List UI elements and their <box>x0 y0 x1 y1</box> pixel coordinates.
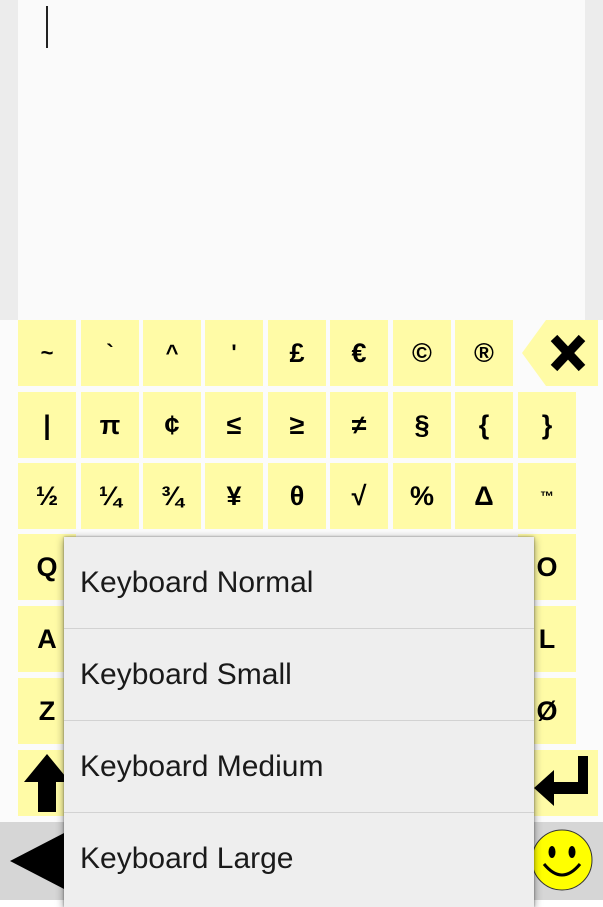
enter-key[interactable] <box>530 750 598 816</box>
key-left-brace[interactable]: { <box>455 392 513 458</box>
key-section[interactable]: § <box>393 392 451 458</box>
backspace-key[interactable] <box>522 320 598 386</box>
key-theta[interactable]: θ <box>268 463 326 529</box>
key-greater-equal[interactable]: ≥ <box>268 392 326 458</box>
key-pi[interactable]: π <box>81 392 139 458</box>
menu-item-keyboard-normal[interactable]: Keyboard Normal <box>64 537 534 629</box>
left-arrow-icon <box>10 832 66 890</box>
text-input-area[interactable] <box>18 0 585 320</box>
key-tilde[interactable]: ~ <box>18 320 76 386</box>
right-edge <box>585 0 603 320</box>
enter-icon <box>534 756 588 806</box>
key-trademark[interactable]: ™ <box>518 463 576 529</box>
key-caret[interactable]: ^ <box>143 320 201 386</box>
key-delta[interactable]: Δ <box>455 463 513 529</box>
key-quarter[interactable]: ¼ <box>81 463 139 529</box>
key-cent[interactable]: ¢ <box>143 392 201 458</box>
key-three-quarters[interactable]: ¾ <box>143 463 201 529</box>
key-percent[interactable]: % <box>393 463 451 529</box>
key-apostrophe[interactable]: ' <box>205 320 263 386</box>
key-registered[interactable]: ® <box>455 320 513 386</box>
smiley-icon <box>531 829 593 891</box>
key-half[interactable]: ½ <box>18 463 76 529</box>
menu-item-keyboard-small[interactable]: Keyboard Small <box>64 629 534 721</box>
key-backtick[interactable]: ` <box>81 320 139 386</box>
menu-item-keyboard-large[interactable]: Keyboard Large <box>64 813 534 904</box>
key-euro[interactable]: € <box>330 320 388 386</box>
menu-item-keyboard-medium[interactable]: Keyboard Medium <box>64 721 534 813</box>
backspace-icon <box>522 320 598 386</box>
key-pound[interactable]: £ <box>268 320 326 386</box>
key-less-equal[interactable]: ≤ <box>205 392 263 458</box>
left-edge <box>0 0 18 320</box>
key-copyright[interactable]: © <box>393 320 451 386</box>
key-right-brace[interactable]: } <box>518 392 576 458</box>
key-not-equal[interactable]: ≠ <box>330 392 388 458</box>
left-arrow-key[interactable] <box>8 830 68 892</box>
emoji-key[interactable] <box>530 828 594 892</box>
text-cursor <box>46 6 48 48</box>
key-sqrt[interactable]: √ <box>330 463 388 529</box>
key-yen[interactable]: ¥ <box>205 463 263 529</box>
key-pipe[interactable]: | <box>18 392 76 458</box>
keyboard-size-menu: Keyboard Normal Keyboard Small Keyboard … <box>64 537 534 907</box>
